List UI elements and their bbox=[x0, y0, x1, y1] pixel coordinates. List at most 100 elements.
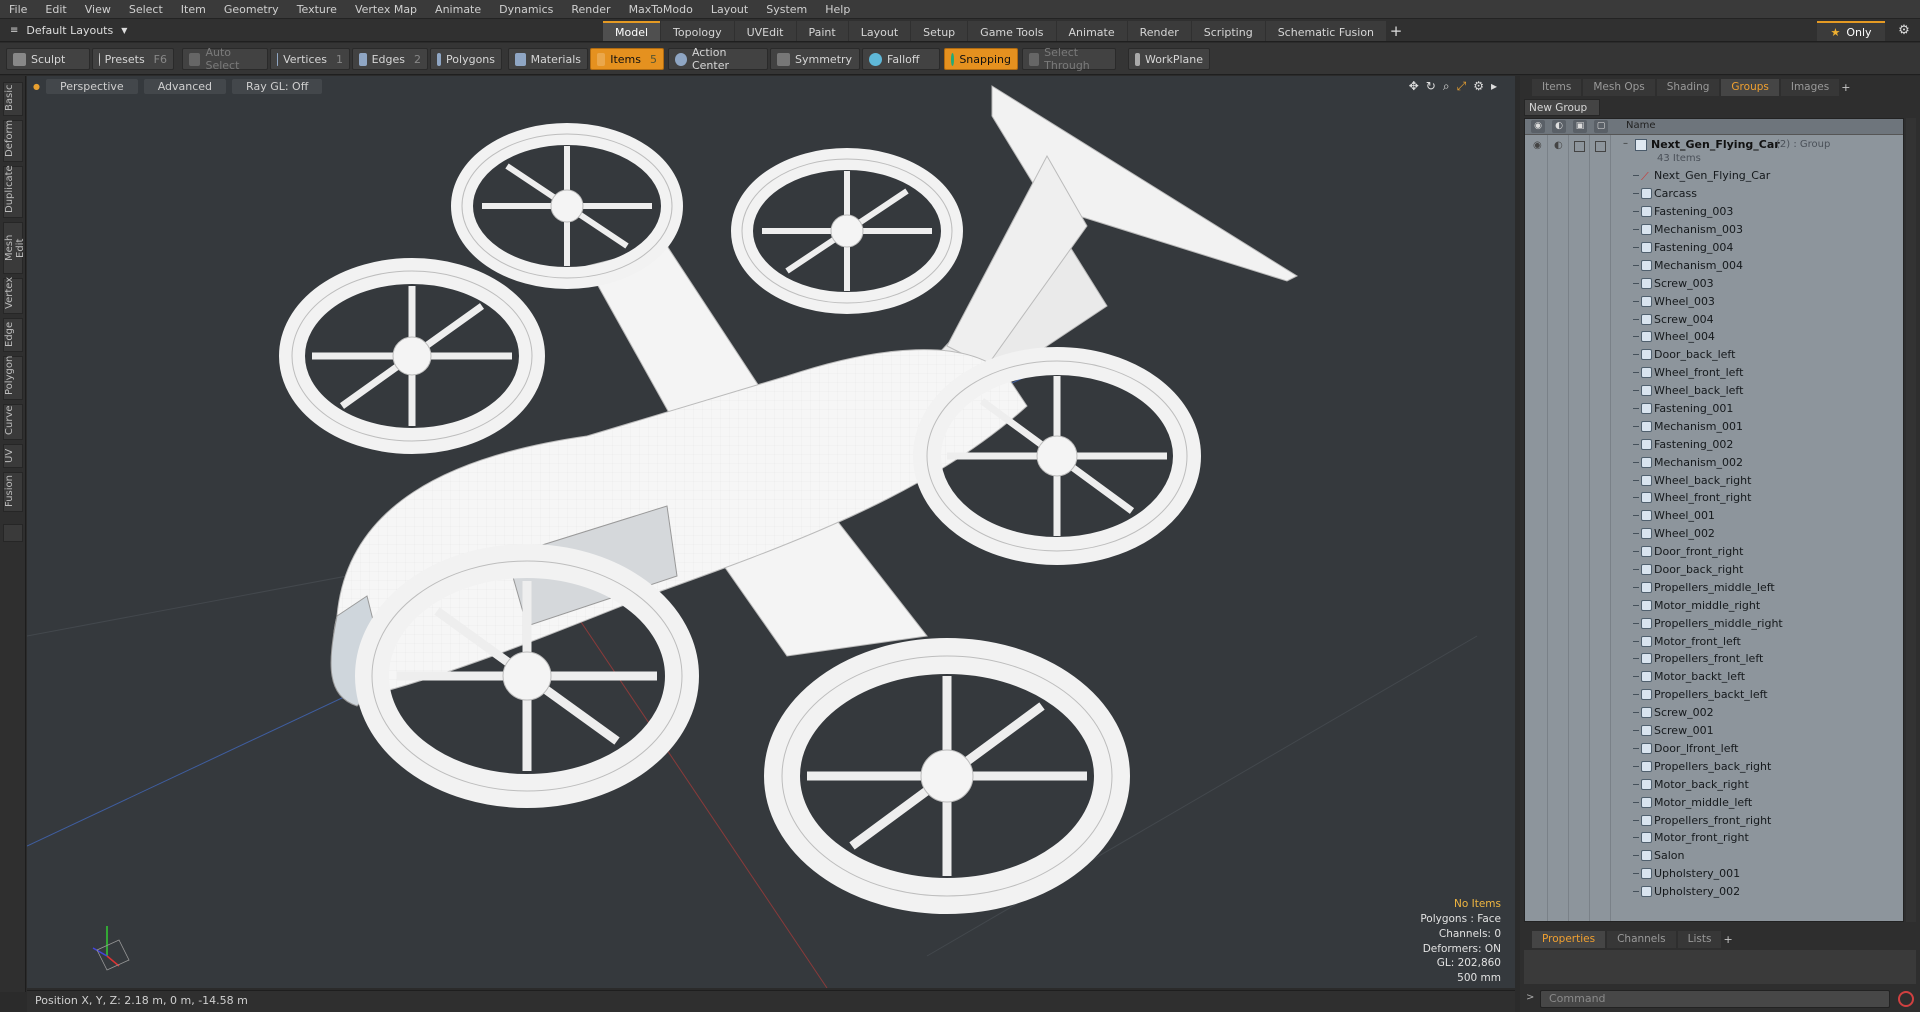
list-item[interactable]: Propellers_front_left bbox=[1525, 650, 1903, 668]
list-item[interactable]: Wheel_back_right bbox=[1525, 471, 1903, 489]
tab-layout[interactable]: Layout bbox=[848, 21, 911, 41]
list-item[interactable]: Wheel_001 bbox=[1525, 507, 1903, 525]
list-item[interactable]: Wheel_002 bbox=[1525, 525, 1903, 543]
zoom-view-icon[interactable]: ⌕ bbox=[1443, 79, 1450, 94]
right-tab-mesh-ops[interactable]: Mesh Ops bbox=[1583, 78, 1655, 96]
presets-button[interactable]: Presets F6 bbox=[92, 48, 174, 70]
snapping-button[interactable]: Snapping bbox=[944, 48, 1018, 70]
workplane-button[interactable]: WorkPlane bbox=[1128, 48, 1210, 70]
command-input[interactable]: Command bbox=[1540, 990, 1890, 1008]
add-tab-icon[interactable]: + bbox=[1841, 81, 1850, 94]
expand-arrow-icon[interactable]: > bbox=[1526, 992, 1534, 1003]
left-tab-curve[interactable]: Curve bbox=[3, 404, 23, 440]
menu-vertex-map[interactable]: Vertex Map bbox=[346, 0, 426, 19]
tab-uvedit[interactable]: UVEdit bbox=[734, 21, 796, 41]
new-group-button[interactable]: New Group bbox=[1524, 99, 1600, 116]
list-item[interactable]: Propellers_middle_right bbox=[1525, 614, 1903, 632]
right-tab-images[interactable]: Images bbox=[1780, 78, 1840, 96]
stop-icon[interactable] bbox=[1898, 991, 1914, 1007]
left-tab-basic[interactable]: Basic bbox=[3, 82, 23, 116]
right-tab-items[interactable]: Items bbox=[1532, 78, 1582, 96]
shading-button[interactable]: Advanced bbox=[143, 78, 227, 94]
raygl-button[interactable]: Ray GL: Off bbox=[232, 78, 323, 94]
rotate-view-icon[interactable]: ↻ bbox=[1426, 79, 1436, 94]
vertices-button[interactable]: Vertices 1 bbox=[270, 48, 350, 70]
list-item[interactable]: Screw_004 bbox=[1525, 310, 1903, 328]
move-view-icon[interactable]: ✥ bbox=[1409, 79, 1419, 94]
list-item[interactable]: Fastening_003 bbox=[1525, 203, 1903, 221]
menu-render[interactable]: Render bbox=[562, 0, 619, 19]
menu-texture[interactable]: Texture bbox=[288, 0, 346, 19]
materials-button[interactable]: Materials bbox=[508, 48, 588, 70]
list-item[interactable]: Motor_back_right bbox=[1525, 775, 1903, 793]
list-item[interactable]: Propellers_middle_left bbox=[1525, 578, 1903, 596]
tab-scripting[interactable]: Scripting bbox=[1191, 21, 1265, 41]
symmetry-button[interactable]: Symmetry bbox=[770, 48, 860, 70]
lock-checkbox[interactable] bbox=[1574, 141, 1585, 152]
list-item[interactable]: Mechanism_001 bbox=[1525, 417, 1903, 435]
sculpt-button[interactable]: Sculpt bbox=[6, 48, 90, 70]
view-type-button[interactable]: Perspective bbox=[45, 78, 138, 94]
tab-setup[interactable]: Setup bbox=[911, 21, 968, 41]
left-tab-edge[interactable]: Edge bbox=[3, 318, 23, 352]
menu-animate[interactable]: Animate bbox=[426, 0, 490, 19]
list-scrollbar[interactable] bbox=[1906, 118, 1916, 922]
list-item[interactable]: Mechanism_002 bbox=[1525, 453, 1903, 471]
list-item[interactable]: Screw_002 bbox=[1525, 704, 1903, 722]
tab-schematic-fusion[interactable]: Schematic Fusion bbox=[1265, 21, 1387, 41]
list-item[interactable]: Motor_middle_left bbox=[1525, 793, 1903, 811]
menu-file[interactable]: File bbox=[0, 0, 36, 19]
right-tab-shading[interactable]: Shading bbox=[1656, 78, 1720, 96]
polygons-button[interactable]: Polygons bbox=[430, 48, 502, 70]
render-icon[interactable]: ◐ bbox=[1554, 140, 1563, 151]
list-item[interactable]: Mechanism_003 bbox=[1525, 221, 1903, 239]
select-checkbox[interactable] bbox=[1595, 141, 1606, 152]
list-item[interactable]: ⟋ Next_Gen_Flying_Car bbox=[1525, 167, 1903, 185]
gear-icon[interactable]: ⚙ bbox=[1893, 21, 1915, 41]
add-tab-icon[interactable]: + bbox=[1723, 933, 1732, 946]
menu-item[interactable]: Item bbox=[172, 0, 215, 19]
tab-paint[interactable]: Paint bbox=[796, 21, 848, 41]
maximize-icon[interactable]: ⤢ bbox=[1457, 79, 1467, 94]
falloff-button[interactable]: Falloff bbox=[862, 48, 940, 70]
bottom-tab-lists[interactable]: Lists bbox=[1677, 930, 1722, 948]
menu-view[interactable]: View bbox=[76, 0, 120, 19]
list-item[interactable]: Propellers_back_right bbox=[1525, 757, 1903, 775]
list-item[interactable]: Screw_001 bbox=[1525, 722, 1903, 740]
list-item[interactable]: Wheel_004 bbox=[1525, 328, 1903, 346]
gear-icon[interactable]: ⚙ bbox=[1473, 79, 1484, 94]
edges-button[interactable]: Edges 2 bbox=[352, 48, 428, 70]
list-item[interactable]: Screw_003 bbox=[1525, 274, 1903, 292]
menu-help[interactable]: Help bbox=[816, 0, 859, 19]
layout-selector[interactable]: ≡ Default Layouts ▼ bbox=[4, 21, 133, 40]
list-item[interactable]: Salon bbox=[1525, 847, 1903, 865]
play-icon[interactable]: ▸ bbox=[1491, 79, 1497, 94]
items-button[interactable]: Items 5 bbox=[590, 48, 664, 70]
menu-select[interactable]: Select bbox=[120, 0, 172, 19]
groups-list[interactable]: ◉ ◐ ▣ ▢ Name ◉ ◐ – Next_Gen_Flying_Car (… bbox=[1524, 118, 1904, 922]
list-item[interactable]: Wheel_front_right bbox=[1525, 489, 1903, 507]
menu-maxtomodo[interactable]: MaxToModo bbox=[620, 0, 702, 19]
list-item[interactable]: Propellers_front_right bbox=[1525, 811, 1903, 829]
left-tab-duplicate[interactable]: Duplicate bbox=[3, 165, 23, 218]
tab-model[interactable]: Model bbox=[603, 21, 661, 41]
3d-viewport[interactable]: ● Perspective Advanced Ray GL: Off ✥ ↻ ⌕… bbox=[27, 76, 1515, 988]
menu-system[interactable]: System bbox=[757, 0, 816, 19]
list-item[interactable]: Propellers_backt_left bbox=[1525, 686, 1903, 704]
auto-select-button[interactable]: Auto Select bbox=[182, 46, 268, 72]
left-tab-vertex[interactable]: Vertex bbox=[3, 277, 23, 314]
menu-geometry[interactable]: Geometry bbox=[215, 0, 288, 19]
eye-icon[interactable]: ◉ bbox=[1533, 140, 1542, 151]
add-tab-icon[interactable]: + bbox=[1387, 21, 1405, 41]
right-tab-groups[interactable]: Groups bbox=[1721, 78, 1779, 96]
menu-edit[interactable]: Edit bbox=[36, 0, 75, 19]
left-tab-fusion[interactable]: Fusion bbox=[3, 472, 23, 512]
collapse-icon[interactable]: – bbox=[1623, 138, 1628, 149]
list-item[interactable]: Motor_backt_left bbox=[1525, 668, 1903, 686]
list-item[interactable]: Fastening_002 bbox=[1525, 435, 1903, 453]
left-tab-mesh-edit[interactable]: Mesh Edit bbox=[3, 222, 26, 274]
list-item[interactable]: Wheel_front_left bbox=[1525, 364, 1903, 382]
tab-render[interactable]: Render bbox=[1127, 21, 1191, 41]
tab-topology[interactable]: Topology bbox=[661, 21, 734, 41]
tab-animate[interactable]: Animate bbox=[1056, 21, 1127, 41]
